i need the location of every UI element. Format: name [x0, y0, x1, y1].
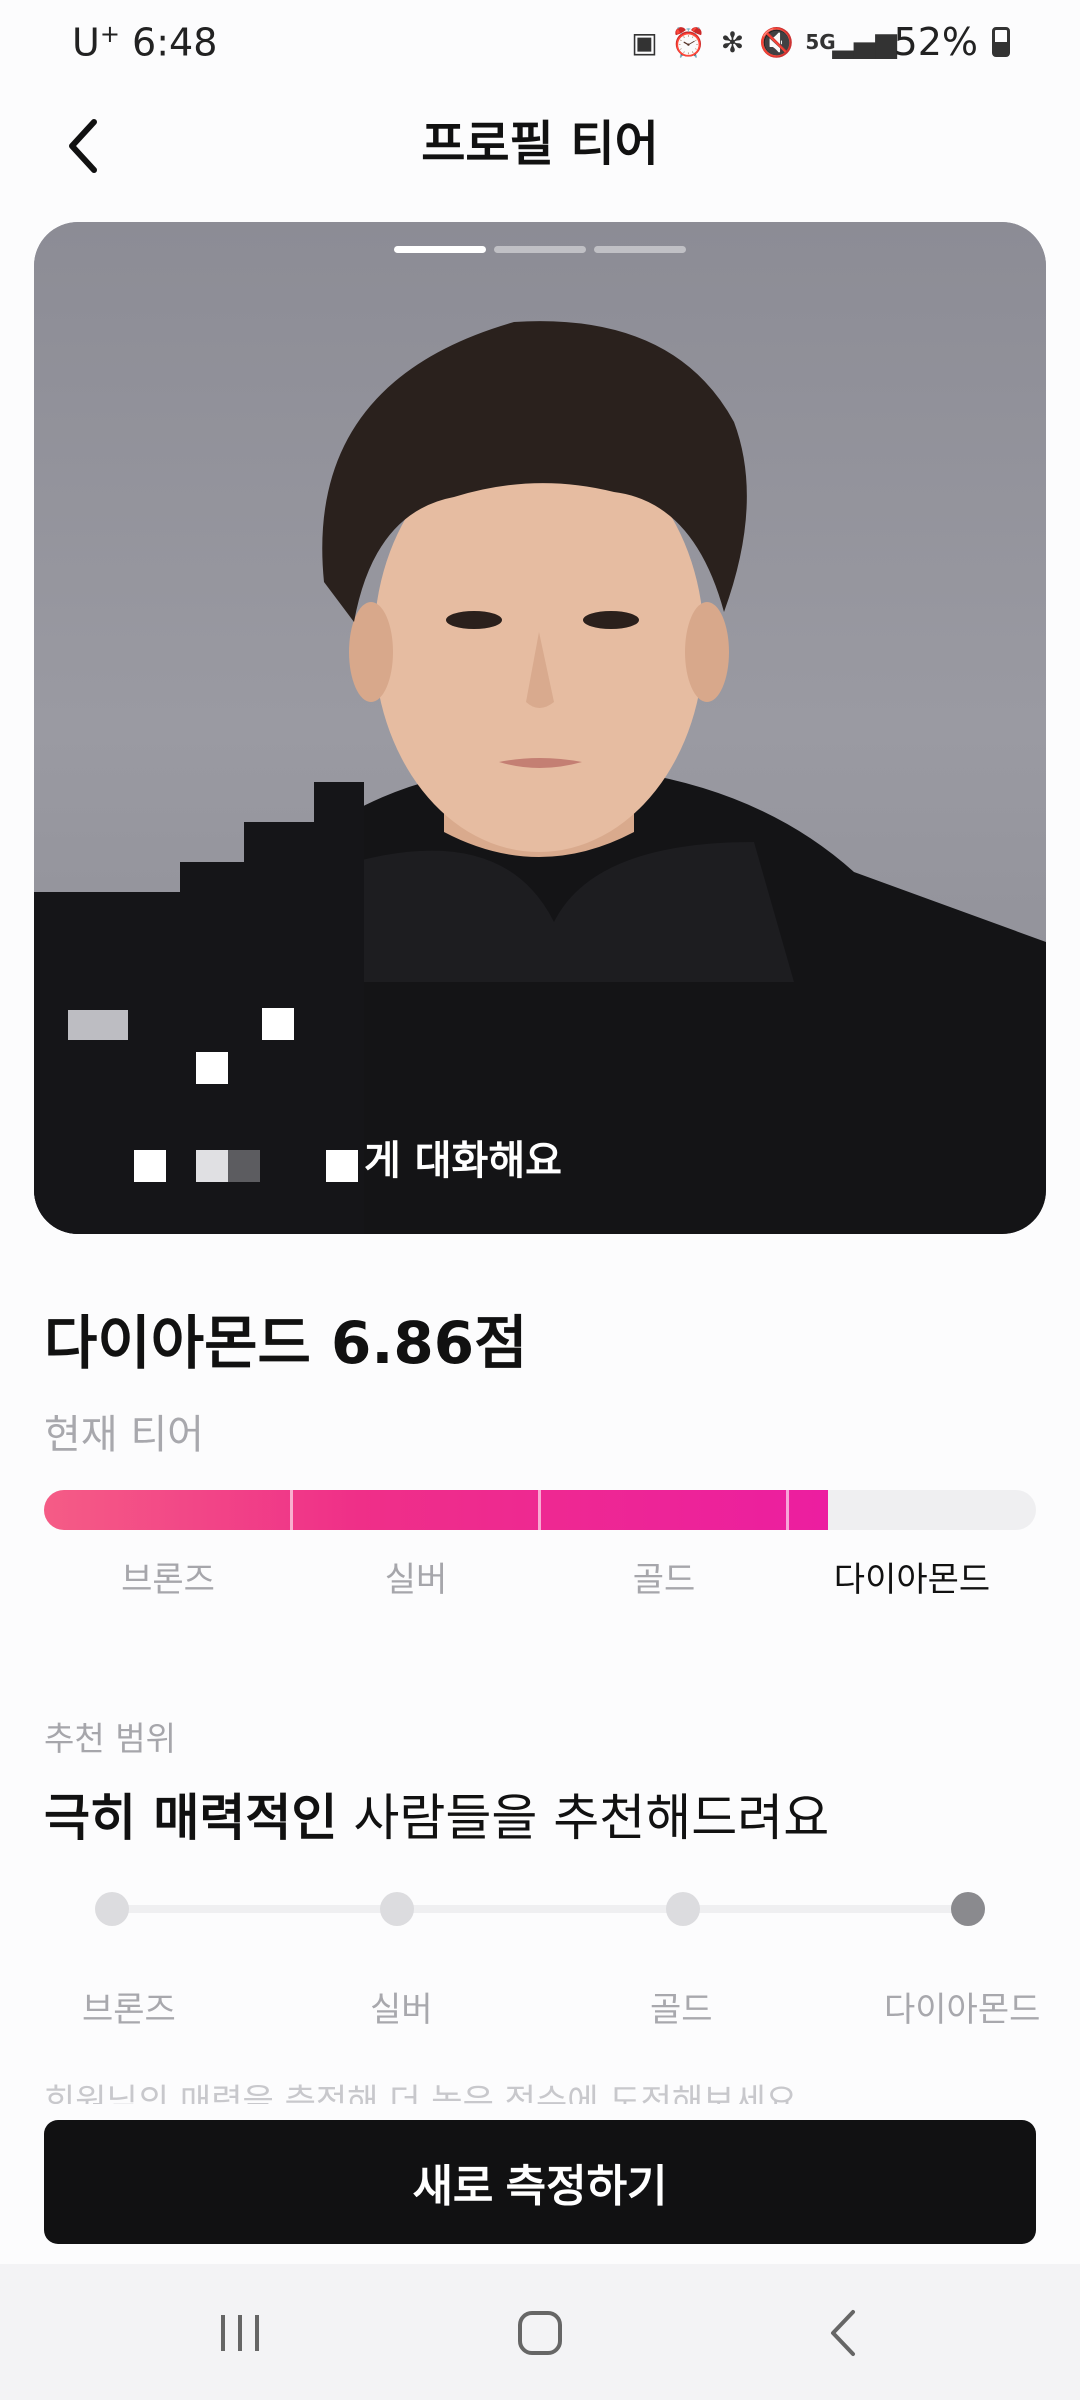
tier-progress-fill — [44, 1490, 828, 1530]
bluetooth-icon: ✻ — [720, 25, 745, 59]
recommend-option-silver[interactable] — [380, 1892, 414, 1926]
recommend-option-gold[interactable] — [666, 1892, 700, 1926]
tier-label-gold: 골드 — [632, 1560, 696, 1600]
tier-label-diamond: 다이아몬드 — [833, 1560, 991, 1600]
measure-again-button[interactable]: 새로 측정하기 — [44, 2120, 1036, 2244]
nav-back-button[interactable] — [805, 2298, 885, 2368]
signal-icon: ▂▄▆ — [832, 25, 897, 59]
pixel-block — [314, 782, 364, 822]
carrier-label: U — [72, 20, 100, 65]
status-icons: ▣ ⏰ ✻ 🔇 5G ▂▄▆ 52% — [630, 20, 1010, 64]
pixel-block — [228, 1150, 260, 1182]
photo-caption: 게 대화해요 — [364, 1138, 562, 1184]
clock: 6:48 — [132, 20, 218, 65]
progress-divider — [290, 1490, 293, 1530]
recommend-label-silver: 실버 — [370, 1990, 433, 2030]
pixel-block — [134, 1150, 166, 1182]
tier-score-title: 다이아몬드 6.86점 — [44, 1309, 528, 1377]
pixel-block — [244, 822, 364, 862]
photo-pager — [394, 246, 686, 253]
tier-subtitle: 현재 티어 — [44, 1412, 204, 1458]
pixel-block — [262, 1008, 294, 1040]
recommend-heading-bold: 극히 매력적인 — [44, 1789, 338, 1847]
system-nav-bar — [0, 2264, 1080, 2400]
mute-icon: 🔇 — [759, 25, 794, 59]
recommend-option-bronze[interactable] — [95, 1892, 129, 1926]
pixel-block — [180, 862, 364, 902]
recommend-slider-track[interactable] — [112, 1905, 968, 1913]
status-bar: U+ 6:48 ▣ ⏰ ✻ 🔇 5G ▂▄▆ 52% — [0, 0, 1080, 90]
pixel-block — [196, 1150, 228, 1182]
recommend-label-gold: 골드 — [650, 1990, 713, 2030]
recommend-note: 회원님의 매력을 측정해 더 높은 점수에 도전해보세요 — [44, 2082, 798, 2104]
profile-photo-card[interactable]: 게 대화해요 — [34, 222, 1046, 1234]
pixel-block — [68, 1010, 128, 1040]
recommend-label-bronze: 브론즈 — [82, 1990, 176, 2030]
recommend-heading-rest: 사람들을 추천해드려요 — [337, 1789, 830, 1847]
header: 프로필 티어 — [0, 90, 1080, 230]
recommend-option-diamond[interactable] — [951, 1892, 985, 1926]
recommend-heading: 극히 매력적인 사람들을 추천해드려요 — [44, 1778, 829, 1850]
alarm-icon: ⏰ — [671, 25, 706, 59]
progress-divider — [786, 1490, 789, 1530]
pager-dot-active — [394, 246, 486, 253]
tier-level-labels: 브론즈 실버 골드 다이아몬드 — [44, 1552, 1036, 1601]
recent-apps-button[interactable] — [200, 2298, 280, 2368]
progress-divider — [538, 1490, 541, 1530]
recommend-label-diamond: 다이아몬드 — [884, 1990, 1041, 2030]
back-icon — [831, 2310, 855, 2356]
home-button[interactable] — [500, 2298, 580, 2368]
pixel-block — [326, 1150, 358, 1182]
page-title: 프로필 티어 — [421, 116, 659, 172]
pixel-block — [196, 1052, 228, 1084]
pager-dot — [594, 246, 686, 253]
tier-label-bronze: 브론즈 — [121, 1560, 215, 1600]
recommend-range-label: 추천 범위 — [44, 1719, 176, 1758]
tier-label-silver: 실버 — [384, 1560, 448, 1600]
tier-progress-bar — [44, 1490, 1036, 1530]
battery-percent: 52% — [893, 20, 978, 64]
notification-icon: ▣ — [631, 25, 658, 59]
status-time-carrier: U+ 6:48 — [72, 20, 217, 65]
recent-apps-icon — [221, 2315, 259, 2351]
battery-icon — [992, 27, 1010, 57]
home-icon — [518, 2311, 562, 2355]
pager-dot — [494, 246, 586, 253]
carrier-sup: + — [99, 20, 120, 48]
